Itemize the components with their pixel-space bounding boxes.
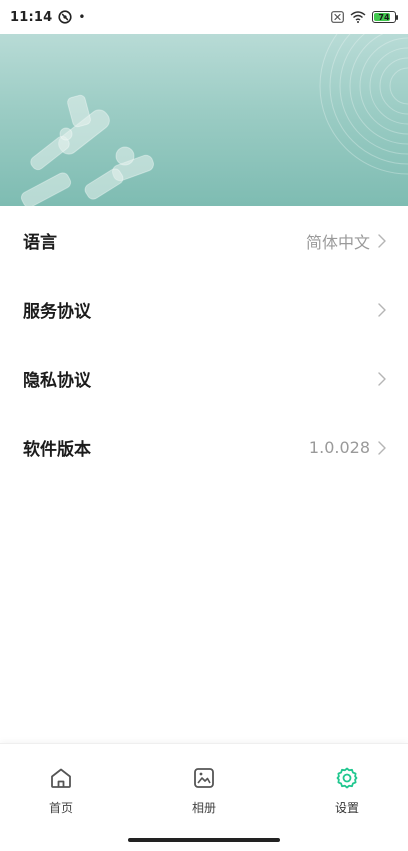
settings-row-software-version[interactable]: 软件版本 1.0.028 (0, 413, 408, 482)
nav-label-settings: 设置 (334, 801, 359, 815)
status-left: 11:14 • (10, 10, 85, 25)
settings-row-right (378, 302, 386, 317)
chevron-right-icon (378, 233, 386, 248)
status-time: 11:14 (10, 9, 53, 25)
status-dot: • (78, 10, 86, 24)
nav-item-home[interactable]: 首页 (21, 744, 101, 816)
nav-label-gallery: 相册 (191, 801, 216, 815)
wifi-icon (350, 11, 366, 23)
battery-icon: 74 (372, 11, 398, 23)
settings-row-right: 简体中文 (306, 229, 386, 253)
chevron-right-icon (378, 371, 386, 386)
hero-illustration (20, 34, 408, 206)
status-bar: 11:14 • 74 (0, 0, 408, 34)
chevron-right-icon (378, 440, 386, 455)
hero-banner (0, 34, 408, 206)
home-indicator (128, 838, 280, 842)
settings-row-label: 服务协议 (23, 302, 91, 322)
battery-level: 74 (378, 13, 390, 22)
chevron-right-icon (378, 302, 386, 317)
settings-row-language[interactable]: 语言 简体中文 (0, 206, 408, 275)
nav-item-settings[interactable]: 设置 (307, 744, 387, 816)
version-value: 1.0.028 (308, 438, 370, 457)
settings-icon (334, 765, 360, 791)
language-value: 简体中文 (305, 232, 370, 252)
settings-row-right (378, 371, 386, 386)
settings-row-service-agreement[interactable]: 服务协议 (0, 275, 408, 344)
settings-list: 语言 简体中文 服务协议 隐私协议 软件版本 1.0.028 (0, 206, 408, 482)
close-box-icon (331, 11, 344, 23)
vpn-icon (58, 10, 72, 24)
settings-row-privacy-agreement[interactable]: 隐私协议 (0, 344, 408, 413)
bottom-nav: 首页 相册 设置 (0, 743, 408, 851)
nav-label-home: 首页 (48, 801, 73, 815)
nav-item-gallery[interactable]: 相册 (164, 744, 244, 816)
home-icon (48, 765, 74, 791)
settings-row-label: 语言 (23, 233, 57, 253)
status-right: 74 (331, 11, 398, 23)
settings-row-label: 软件版本 (23, 440, 91, 460)
gallery-icon (191, 765, 217, 791)
settings-row-right: 1.0.028 (309, 438, 386, 457)
settings-row-label: 隐私协议 (23, 371, 91, 391)
